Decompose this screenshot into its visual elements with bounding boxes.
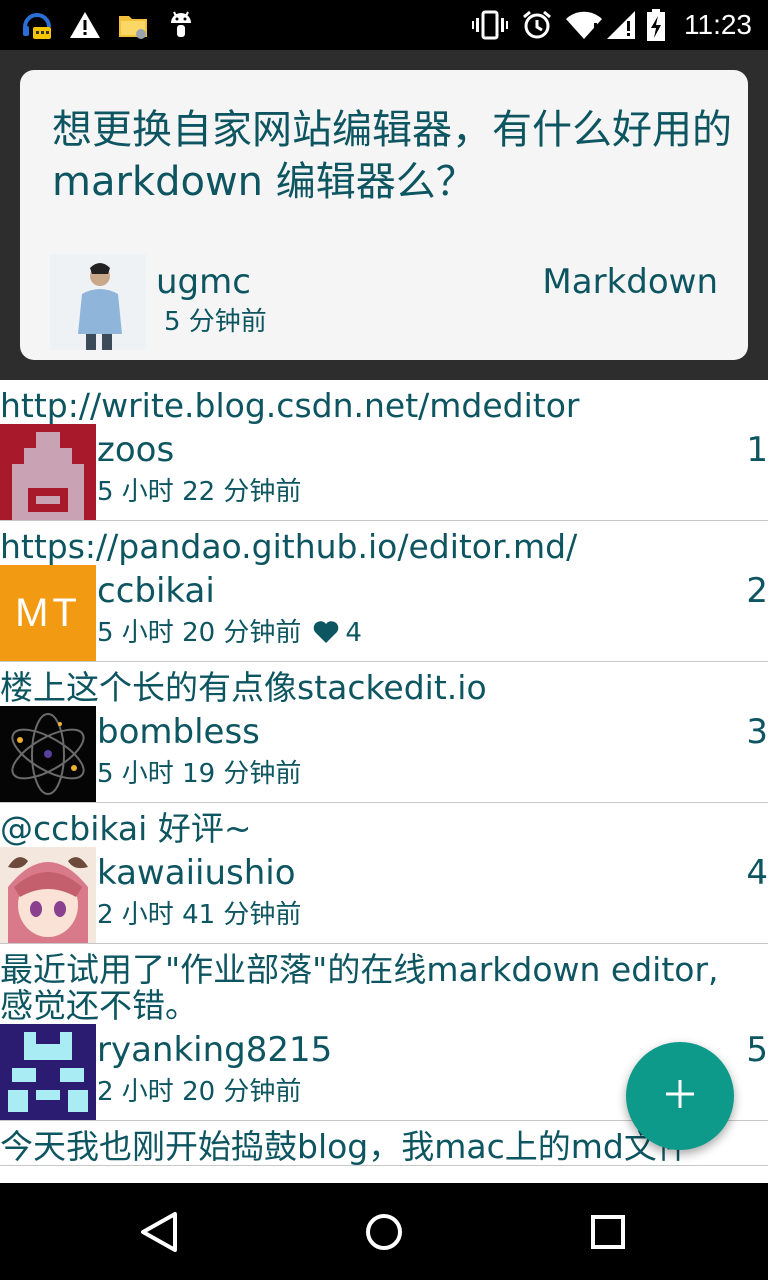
navigation-bar <box>0 1183 768 1280</box>
answer-floor: 1 <box>746 430 768 470</box>
answer-floor: 2 <box>746 571 768 611</box>
battery-icon <box>644 8 668 42</box>
avatar[interactable] <box>0 706 96 802</box>
answer-time: 2 小时 41 分钟前 <box>97 900 302 930</box>
answer-floor: 5 <box>746 1030 768 1070</box>
list-item[interactable]: 楼上这个长的有点像stackedit.io bombless 5 小时 19 分… <box>0 662 768 803</box>
answer-content: 最近试用了"作业部落"的在线markdown editor, 感觉还不错。 <box>0 950 719 1025</box>
answer-author[interactable]: ryanking8215 <box>97 1030 332 1070</box>
question-author[interactable]: ugmc <box>156 262 251 302</box>
home-icon[interactable] <box>359 1207 409 1257</box>
question-time: 5 分钟前 <box>164 307 267 337</box>
answer-author[interactable]: kawaiiushio <box>97 853 296 893</box>
answer-time: 5 小时 22 分钟前 <box>97 477 302 507</box>
add-answer-button[interactable] <box>626 1042 734 1150</box>
answer-time-text: 5 小时 20 分钟前 <box>97 618 302 648</box>
vibrate-icon <box>472 8 508 42</box>
android-debug-icon <box>164 8 198 42</box>
answer-content: 楼上这个长的有点像stackedit.io <box>0 668 487 707</box>
avatar[interactable]: MT <box>0 565 96 661</box>
answer-time: 2 小时 20 分钟前 <box>97 1077 302 1107</box>
answer-floor: 4 <box>746 853 768 893</box>
avatar-text: MT <box>15 590 81 635</box>
avatar[interactable] <box>50 254 146 350</box>
answer-content: @ccbikai 好评~ <box>0 809 252 848</box>
heart-icon[interactable] <box>313 620 339 652</box>
alarm-icon <box>520 8 554 42</box>
back-icon[interactable] <box>134 1207 184 1257</box>
answer-author[interactable]: zoos <box>97 430 174 470</box>
question-header: 想更换自家网站编辑器，有什么好用的 markdown 编辑器么？ ugmc 5 … <box>0 50 768 380</box>
avatar[interactable] <box>0 847 96 943</box>
answer-time: 5 小时 20 分钟前 4 <box>97 617 362 652</box>
question-title: 想更换自家网站编辑器，有什么好用的 markdown 编辑器么？ <box>52 107 732 205</box>
answer-content: http://write.blog.csdn.net/mdeditor <box>0 386 580 425</box>
wifi-icon <box>564 8 604 42</box>
list-item[interactable]: http://write.blog.csdn.net/mdeditor zoos… <box>0 380 768 521</box>
list-item[interactable]: https://pandao.github.io/editor.md/ MT c… <box>0 521 768 662</box>
plus-icon <box>663 1077 697 1115</box>
list-item[interactable]: @ccbikai 好评~ kawaiiushio 2 小时 41 分钟前 4 <box>0 803 768 944</box>
status-time: 11:23 <box>684 9 752 40</box>
answer-time: 5 小时 19 分钟前 <box>97 759 302 789</box>
recents-icon[interactable] <box>583 1207 633 1257</box>
avatar[interactable] <box>0 424 96 520</box>
signal-icon <box>604 8 638 42</box>
question-card[interactable]: 想更换自家网站编辑器，有什么好用的 markdown 编辑器么？ ugmc 5 … <box>20 70 748 360</box>
headset-notification-icon <box>20 8 54 42</box>
file-manager-icon <box>116 8 150 42</box>
answer-author[interactable]: bombless <box>97 712 260 752</box>
answer-floor: 3 <box>746 712 768 752</box>
status-bar: 11:23 <box>0 0 768 50</box>
question-tag[interactable]: Markdown <box>542 262 718 302</box>
warning-icon <box>68 8 102 42</box>
avatar[interactable] <box>0 1024 96 1120</box>
answer-content: https://pandao.github.io/editor.md/ <box>0 527 578 566</box>
like-count: 4 <box>345 618 362 648</box>
answer-author[interactable]: ccbikai <box>97 571 215 611</box>
